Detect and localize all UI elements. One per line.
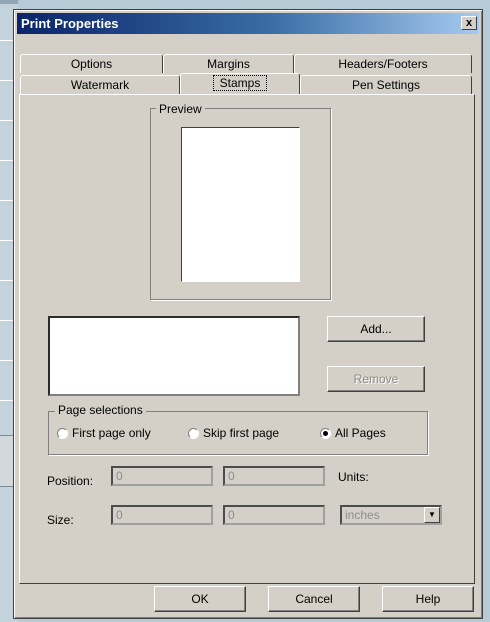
tab-watermark-label: Watermark — [70, 78, 130, 92]
tab-stamps-label: Stamps — [212, 75, 268, 91]
position-x-field[interactable]: 0 — [111, 466, 213, 486]
tab-headers-footers-label: Headers/Footers — [338, 57, 428, 71]
units-label: Units: — [338, 470, 369, 484]
radio-button[interactable] — [57, 427, 68, 439]
preview-page — [181, 127, 300, 282]
units-select[interactable]: inches ▼ — [340, 505, 442, 525]
tab-pen-settings-label: Pen Settings — [351, 78, 421, 92]
preview-label: Preview — [156, 102, 205, 116]
ok-button[interactable]: OK — [154, 586, 246, 612]
units-select-value: inches — [345, 508, 380, 522]
size-label: Size: — [47, 513, 74, 527]
size-height-field[interactable]: 0 — [223, 505, 325, 525]
radio-all-pages[interactable]: All Pages — [320, 425, 386, 441]
dialog-title: Print Properties — [21, 16, 119, 31]
tab-options-label: Options — [70, 57, 113, 71]
close-button[interactable]: x — [461, 16, 477, 30]
tab-margins[interactable]: Margins — [163, 54, 294, 73]
tab-options[interactable]: Options — [20, 54, 163, 73]
radio-first-page-only[interactable]: First page only — [57, 425, 151, 441]
tab-pen-settings[interactable]: Pen Settings — [300, 75, 472, 94]
radio-skip-first-page-label: Skip first page — [203, 426, 280, 440]
add-button[interactable]: Add... — [327, 316, 425, 342]
chevron-down-icon[interactable]: ▼ — [424, 507, 440, 523]
page-selections-label: Page selections — [55, 403, 146, 417]
title-bar[interactable]: Print Properties x — [17, 13, 479, 34]
tab-stamps[interactable]: Stamps — [180, 73, 300, 95]
cancel-button[interactable]: Cancel — [268, 586, 360, 612]
print-properties-dialog: Print Properties x Options Margins Heade… — [13, 9, 483, 619]
remove-button[interactable]: Remove — [327, 366, 425, 392]
position-y-field[interactable]: 0 — [223, 466, 325, 486]
position-label: Position: — [47, 474, 94, 488]
radio-skip-first-page[interactable]: Skip first page — [188, 425, 279, 441]
radio-button-selected[interactable] — [320, 427, 331, 439]
background-window-border — [0, 0, 18, 4]
radio-all-pages-label: All Pages — [335, 426, 386, 440]
tab-margins-label: Margins — [207, 57, 250, 71]
help-button[interactable]: Help — [382, 586, 474, 612]
stamp-list[interactable] — [48, 316, 300, 396]
tab-headers-footers[interactable]: Headers/Footers — [294, 54, 472, 73]
radio-first-page-only-label: First page only — [72, 426, 151, 440]
size-width-field[interactable]: 0 — [111, 505, 213, 525]
tab-watermark[interactable]: Watermark — [20, 75, 180, 94]
radio-button[interactable] — [188, 427, 199, 439]
